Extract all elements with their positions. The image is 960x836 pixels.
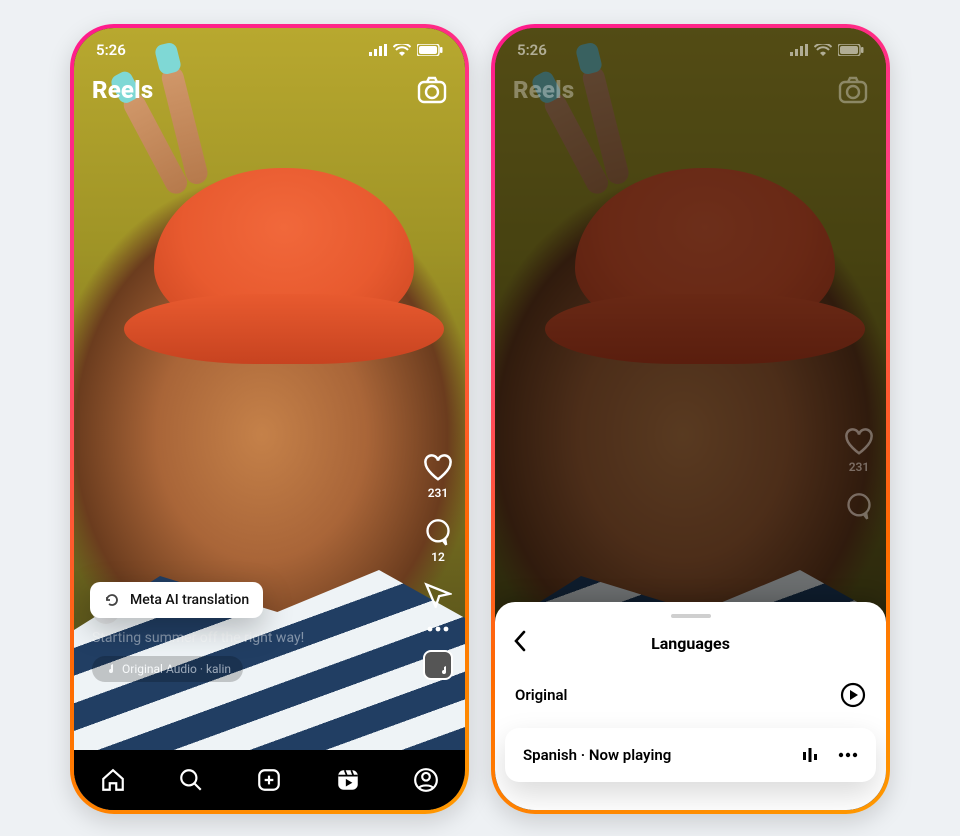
plus-square-icon: [256, 767, 282, 793]
home-icon: [100, 767, 126, 793]
heart-icon: [844, 428, 874, 456]
status-bar: 5:26: [74, 38, 465, 62]
status-icons: [369, 44, 443, 56]
comment-button[interactable]: [845, 492, 873, 520]
reels-header: Reels: [495, 76, 886, 104]
reel-video-frame[interactable]: [74, 28, 465, 810]
profile-icon: [413, 767, 439, 793]
battery-icon: [417, 44, 443, 56]
post-caption: Starting summer off the right way!: [92, 630, 395, 646]
nav-profile[interactable]: [413, 767, 439, 793]
sheet-grab-handle[interactable]: [671, 614, 711, 618]
language-row-spanish[interactable]: Spanish · Now playing: [505, 728, 876, 782]
more-icon: [427, 626, 449, 632]
camera-button[interactable]: [838, 76, 868, 104]
languages-sheet: Languages Original Spanish · Now playing: [495, 602, 886, 810]
music-note-icon: [104, 663, 116, 675]
heart-icon: [423, 454, 453, 482]
bottom-nav: [74, 750, 465, 810]
nav-create[interactable]: [256, 767, 282, 793]
nav-reels[interactable]: [335, 767, 361, 793]
sheet-title: Languages: [651, 634, 730, 653]
status-bar: 5:26: [495, 38, 886, 62]
camera-button[interactable]: [417, 76, 447, 104]
like-count: 231: [849, 460, 870, 474]
more-button[interactable]: [427, 626, 449, 632]
nav-home[interactable]: [100, 767, 126, 793]
language-row-original[interactable]: Original: [495, 668, 886, 722]
like-count: 231: [428, 486, 449, 500]
reels-title: Reels: [513, 76, 574, 104]
screen: 5:26 Reels 231 12: [74, 28, 465, 810]
share-icon: [424, 582, 452, 608]
meta-ai-translation-pill[interactable]: Meta AI translation: [90, 582, 263, 618]
status-time: 5:26: [96, 41, 126, 59]
comment-button[interactable]: 12: [424, 518, 452, 564]
reels-icon: [335, 767, 361, 793]
play-circle-icon: [840, 682, 866, 708]
comment-icon: [424, 518, 452, 546]
nav-search[interactable]: [178, 767, 204, 793]
sheet-header: Languages: [495, 628, 886, 658]
phone-mockup-left: 5:26 Reels 231 12: [70, 24, 469, 814]
cellular-icon: [790, 44, 808, 56]
share-button[interactable]: [424, 582, 452, 608]
action-rail: 231: [844, 428, 874, 520]
sheet-back-button[interactable]: [513, 630, 527, 652]
cellular-icon: [369, 44, 387, 56]
translation-label: Meta AI translation: [130, 592, 249, 608]
chevron-left-icon: [513, 630, 527, 652]
comment-count: 12: [431, 550, 445, 564]
now-playing-indicator: [802, 747, 818, 763]
status-time: 5:26: [517, 41, 547, 59]
comment-icon: [845, 492, 873, 520]
audio-label: Original Audio · kalin: [122, 662, 231, 676]
like-button[interactable]: 231: [844, 428, 874, 474]
wifi-icon: [814, 44, 832, 56]
reels-header: Reels: [74, 76, 465, 104]
reels-title: Reels: [92, 76, 153, 104]
status-icons: [790, 44, 864, 56]
refresh-icon: [104, 592, 120, 608]
more-icon: [838, 752, 858, 758]
audio-bars-icon: [802, 747, 818, 763]
wifi-icon: [393, 44, 411, 56]
phone-mockup-right: 5:26 Reels 231: [491, 24, 890, 814]
screen: 5:26 Reels 231: [495, 28, 886, 810]
language-original-label: Original: [515, 686, 567, 704]
action-rail: 231 12: [423, 454, 453, 680]
language-spanish-label: Spanish · Now playing: [523, 746, 671, 764]
battery-icon: [838, 44, 864, 56]
like-button[interactable]: 231: [423, 454, 453, 500]
language-more-button[interactable]: [838, 752, 858, 758]
audio-pill[interactable]: Original Audio · kalin: [92, 656, 243, 682]
audio-thumbnail[interactable]: [423, 650, 453, 680]
music-note-icon: [439, 666, 449, 676]
camera-icon: [838, 76, 868, 104]
camera-icon: [417, 76, 447, 104]
search-icon: [178, 767, 204, 793]
play-original-button[interactable]: [840, 682, 866, 708]
